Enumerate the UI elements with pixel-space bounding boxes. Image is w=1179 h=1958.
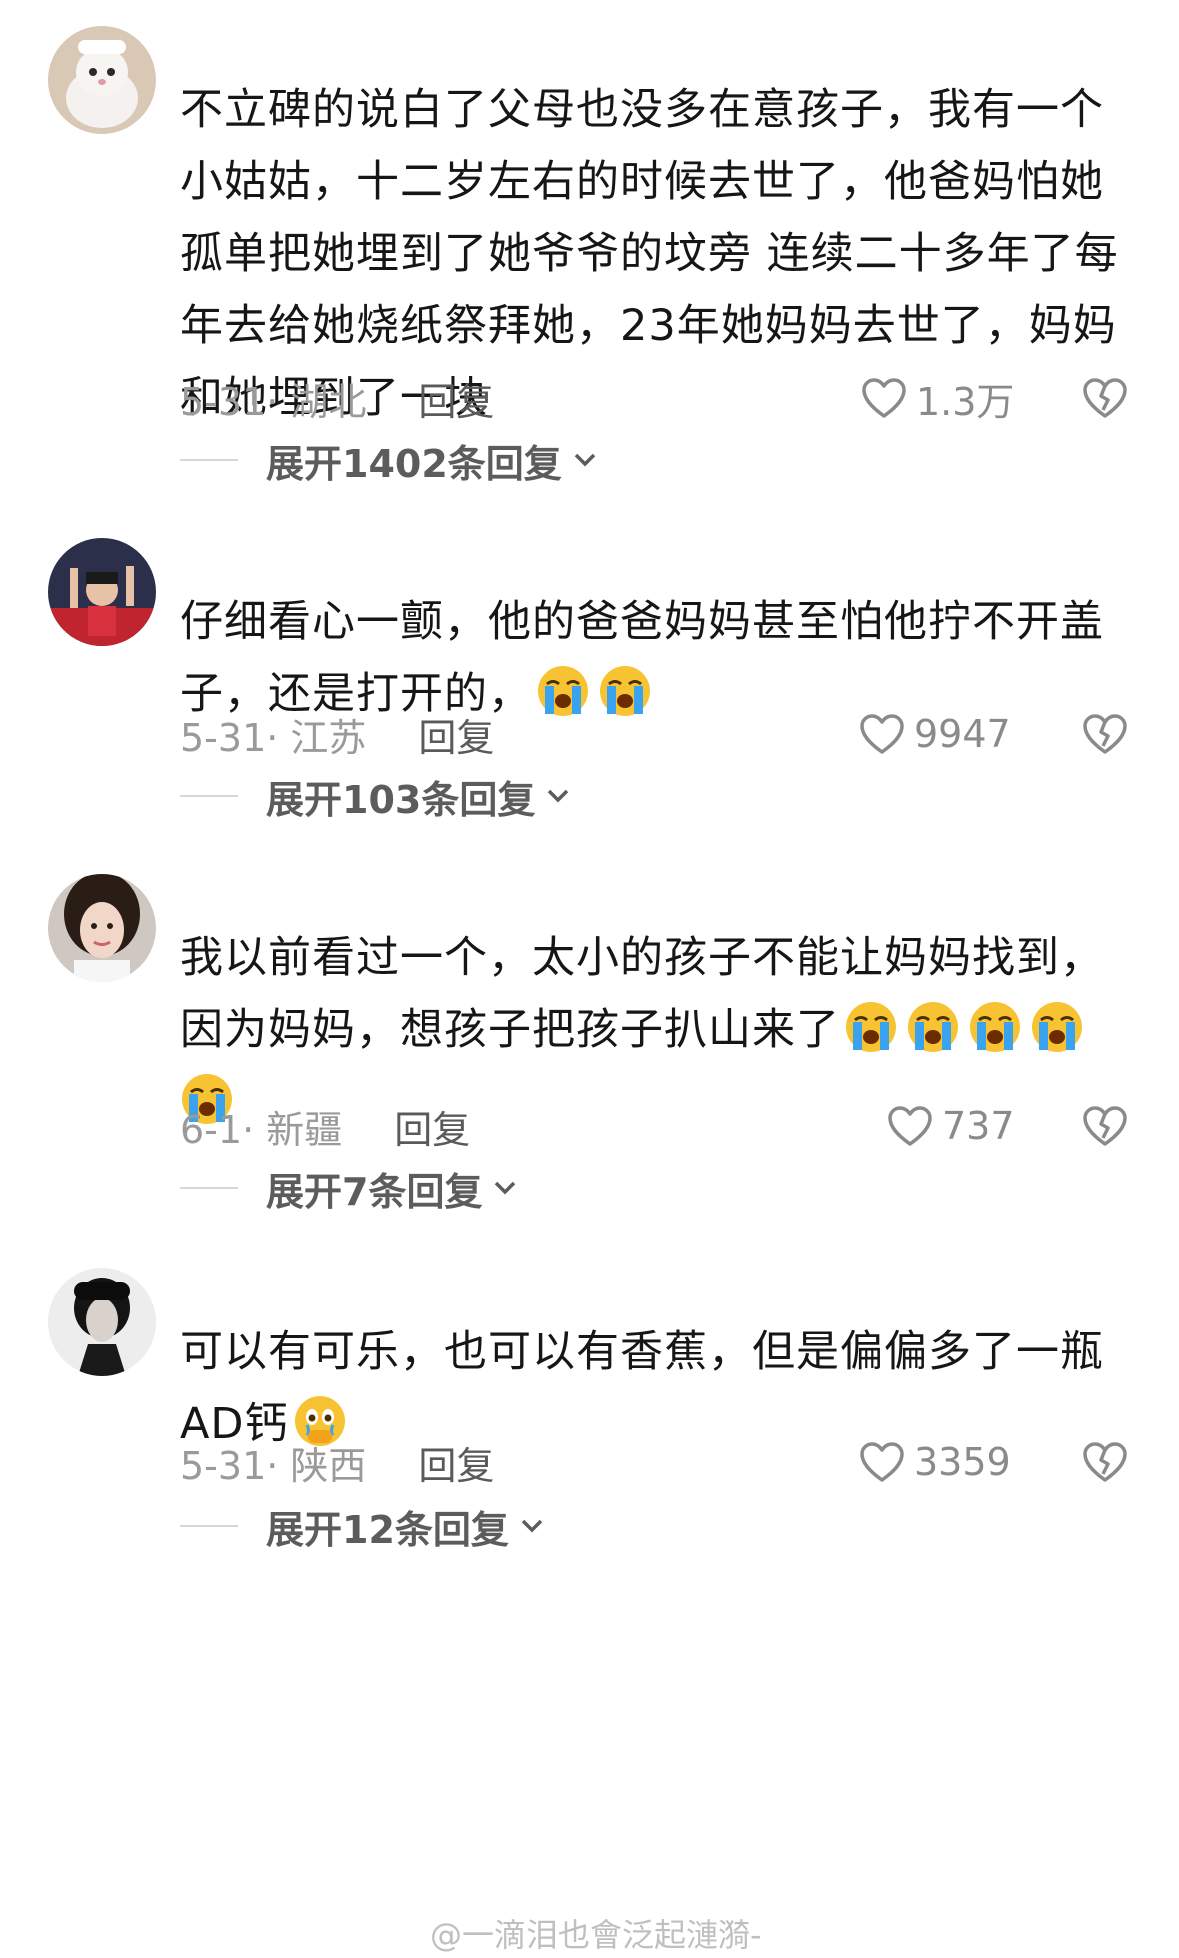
watermark: @一滴泪也會泛起漣漪-: [430, 1916, 762, 1954]
like-count: 3359: [914, 1440, 1011, 1484]
date-location: 5-31· 湖北: [180, 379, 367, 424]
divider-line: [180, 795, 238, 797]
like-button[interactable]: 3359: [858, 1432, 1011, 1492]
comment-meta: 6-1· 新疆 回复: [180, 1096, 470, 1156]
like-count: 1.3万: [916, 379, 1015, 424]
like-count: 9947: [914, 712, 1011, 756]
like-button[interactable]: 1.3万: [860, 368, 1014, 428]
heart-outline-icon: [886, 1104, 934, 1148]
comment-line: 小姑姑，十二岁左右的时候去世了，他爸妈怕她: [180, 157, 1104, 207]
like-count: 737: [942, 1104, 1015, 1148]
loudly-crying-face-icon: [844, 1000, 898, 1054]
comment-line: 孤单把她埋到了她爷爷的坟旁 连续二十多年了每: [180, 229, 1119, 279]
reply-button[interactable]: 回复: [418, 707, 494, 762]
heart-outline-icon: [860, 376, 908, 420]
comment-line: 仔细看心一颤，他的爸爸妈妈甚至怕他拧不开盖: [180, 597, 1104, 647]
reply-button[interactable]: 回复: [418, 371, 494, 426]
chevron-down-icon: [545, 787, 571, 805]
avatar[interactable]: [48, 1268, 156, 1376]
like-button[interactable]: 9947: [858, 704, 1011, 764]
comment-line: 不立碑的说白了父母也没多在意孩子，我有一个: [180, 85, 1104, 135]
broken-heart-icon: [1081, 1102, 1129, 1150]
divider-line: [180, 459, 238, 461]
expand-label: 展开103条回复: [266, 777, 536, 822]
dislike-button[interactable]: [1081, 1438, 1129, 1486]
comment-meta: 5-31· 陕西 回复: [180, 1432, 494, 1492]
expand-label: 展开7条回复: [266, 1169, 483, 1214]
loudly-crying-face-icon: [536, 664, 590, 718]
loudly-crying-face-icon: [906, 1000, 960, 1054]
divider-line: [180, 1187, 238, 1189]
loudly-crying-face-icon: [1030, 1000, 1084, 1054]
expand-replies-button[interactable]: 展开1402条回复: [180, 430, 598, 490]
dislike-button[interactable]: [1081, 710, 1129, 758]
like-button[interactable]: 737: [886, 1096, 1015, 1156]
comment-line: 可以有可乐，也可以有香蕉，但是偏偏多了一瓶: [180, 1327, 1104, 1377]
comment-line: 年去给她烧纸祭拜她，23年她妈妈去世了，妈妈: [180, 301, 1117, 351]
dislike-button[interactable]: [1081, 374, 1129, 422]
expand-replies-button[interactable]: 展开7条回复: [180, 1158, 518, 1218]
expand-replies-button[interactable]: 展开12条回复: [180, 1496, 545, 1556]
broken-heart-icon: [1081, 710, 1129, 758]
comment-line: 因为妈妈，想孩子把孩子扒山来了: [180, 994, 1140, 1066]
comment-line: 我以前看过一个，太小的孩子不能让妈妈找到，: [180, 933, 1104, 983]
broken-heart-icon: [1081, 1438, 1129, 1486]
broken-heart-icon: [1081, 374, 1129, 422]
comment-meta: 5-31· 江苏 回复: [180, 704, 494, 764]
avatar[interactable]: [48, 538, 156, 646]
expand-replies-button[interactable]: 展开103条回复: [180, 766, 571, 826]
divider-line: [180, 1525, 238, 1527]
chevron-down-icon: [492, 1179, 518, 1197]
reply-button[interactable]: 回复: [394, 1099, 470, 1154]
date-location: 5-31· 陕西: [180, 1443, 367, 1488]
loudly-crying-face-icon: [598, 664, 652, 718]
date-location: 6-1· 新疆: [180, 1107, 343, 1152]
avatar[interactable]: [48, 26, 156, 134]
loudly-crying-face-icon: [968, 1000, 1022, 1054]
reply-button[interactable]: 回复: [418, 1435, 494, 1490]
chevron-down-icon: [572, 451, 598, 469]
comment-meta: 5-31· 湖北 回复: [180, 368, 494, 428]
heart-outline-icon: [858, 712, 906, 756]
expand-label: 展开1402条回复: [266, 441, 562, 486]
dislike-button[interactable]: [1081, 1102, 1129, 1150]
expand-label: 展开12条回复: [266, 1507, 509, 1552]
heart-outline-icon: [858, 1440, 906, 1484]
avatar[interactable]: [48, 874, 156, 982]
chevron-down-icon: [519, 1517, 545, 1535]
date-location: 5-31· 江苏: [180, 715, 367, 760]
